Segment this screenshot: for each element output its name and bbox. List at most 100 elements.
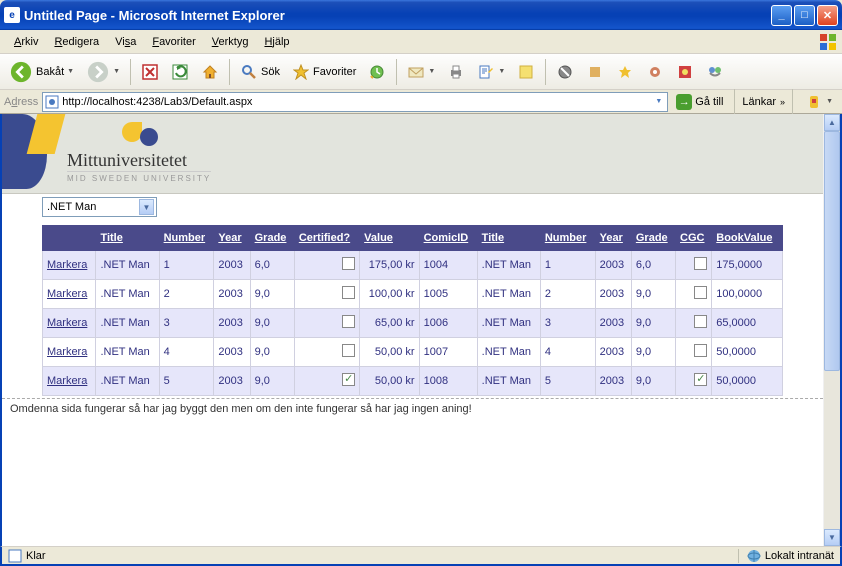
column-header[interactable]: Title bbox=[477, 226, 540, 251]
search-button[interactable]: Sök bbox=[235, 59, 285, 85]
select-link[interactable]: Markera bbox=[47, 288, 87, 300]
column-header[interactable]: ComicID bbox=[419, 226, 477, 251]
cell: 3 bbox=[540, 309, 595, 338]
title-dropdown[interactable]: .NET Man ▼ bbox=[42, 197, 157, 217]
cell bbox=[294, 367, 359, 396]
cell: 9,0 bbox=[631, 338, 675, 367]
edit-button[interactable]: ▼ bbox=[472, 59, 510, 85]
intranet-icon bbox=[747, 549, 761, 563]
address-input[interactable] bbox=[62, 96, 652, 108]
cell: 2003 bbox=[214, 367, 250, 396]
mail-button[interactable]: ▼ bbox=[402, 59, 440, 85]
norton-button[interactable]: ▼ bbox=[800, 89, 838, 115]
column-header[interactable] bbox=[43, 226, 96, 251]
vertical-scrollbar[interactable]: ▲ ▼ bbox=[823, 114, 840, 546]
data-grid: TitleNumberYearGradeCertified?ValueComic… bbox=[42, 225, 783, 396]
red-square-icon bbox=[676, 63, 694, 81]
column-header[interactable]: Year bbox=[595, 226, 631, 251]
menu-visa[interactable]: Visa bbox=[107, 33, 144, 51]
messenger-button[interactable] bbox=[701, 59, 729, 85]
certified-checkbox[interactable] bbox=[342, 373, 355, 386]
column-header[interactable]: CGC bbox=[676, 226, 712, 251]
cell: 9,0 bbox=[250, 338, 294, 367]
column-header[interactable]: Certified? bbox=[294, 226, 359, 251]
cell: 5 bbox=[540, 367, 595, 396]
refresh-button[interactable] bbox=[166, 59, 194, 85]
certified-checkbox[interactable] bbox=[342, 286, 355, 299]
cgc-checkbox[interactable] bbox=[694, 373, 707, 386]
tool-btn-3[interactable] bbox=[611, 59, 639, 85]
print-icon bbox=[447, 63, 465, 81]
column-header[interactable]: Grade bbox=[250, 226, 294, 251]
logo-title: Mittuniversitetet bbox=[67, 150, 211, 171]
cell bbox=[294, 309, 359, 338]
go-button[interactable]: → Gå till bbox=[672, 92, 727, 112]
page-icon bbox=[45, 95, 59, 109]
certified-checkbox[interactable] bbox=[342, 257, 355, 270]
column-header[interactable]: Number bbox=[159, 226, 214, 251]
back-button[interactable]: Bakåt ▼ bbox=[4, 56, 79, 88]
history-button[interactable] bbox=[363, 59, 391, 85]
cell: 2003 bbox=[595, 309, 631, 338]
stop-button[interactable] bbox=[136, 59, 164, 85]
cell: .NET Man bbox=[477, 338, 540, 367]
tool-btn-5[interactable] bbox=[671, 59, 699, 85]
certified-checkbox[interactable] bbox=[342, 315, 355, 328]
column-header[interactable]: Title bbox=[96, 226, 159, 251]
menu-redigera[interactable]: Redigera bbox=[46, 33, 107, 51]
cell: 1 bbox=[159, 251, 214, 280]
cell: 4 bbox=[159, 338, 214, 367]
dropdown-arrow-icon[interactable]: ▼ bbox=[652, 98, 665, 105]
menu-favoriter[interactable]: Favoriter bbox=[144, 33, 203, 51]
column-header[interactable]: Year bbox=[214, 226, 250, 251]
column-header[interactable]: BookValue bbox=[712, 226, 783, 251]
column-header[interactable]: Value bbox=[360, 226, 419, 251]
discuss-button[interactable] bbox=[512, 59, 540, 85]
tool-btn-4[interactable] bbox=[641, 59, 669, 85]
column-header[interactable]: Grade bbox=[631, 226, 675, 251]
forward-button[interactable]: ▼ bbox=[81, 56, 125, 88]
maximize-button[interactable]: □ bbox=[794, 5, 815, 26]
minimize-button[interactable]: _ bbox=[771, 5, 792, 26]
menu-verktyg[interactable]: Verktyg bbox=[204, 33, 257, 51]
cell: 4 bbox=[540, 338, 595, 367]
cell: 9,0 bbox=[631, 280, 675, 309]
address-label: Adress bbox=[4, 96, 38, 108]
menu-arkiv[interactable]: Arkiv bbox=[6, 33, 46, 51]
close-button[interactable]: ✕ bbox=[817, 5, 838, 26]
cell: 1005 bbox=[419, 280, 477, 309]
cell: .NET Man bbox=[477, 280, 540, 309]
home-button[interactable] bbox=[196, 59, 224, 85]
cell: Markera bbox=[43, 338, 96, 367]
cell: Markera bbox=[43, 367, 96, 396]
column-header[interactable]: Number bbox=[540, 226, 595, 251]
go-icon: → bbox=[676, 94, 692, 110]
scroll-thumb[interactable] bbox=[824, 131, 840, 371]
cell: 2003 bbox=[595, 251, 631, 280]
cgc-checkbox[interactable] bbox=[694, 315, 707, 328]
favorites-button[interactable]: Favoriter bbox=[287, 59, 361, 85]
cell: .NET Man bbox=[96, 338, 159, 367]
table-row: Markera.NET Man120036,0175,00 kr1004.NET… bbox=[43, 251, 783, 280]
tool-btn-1[interactable] bbox=[551, 59, 579, 85]
cgc-checkbox[interactable] bbox=[694, 344, 707, 357]
select-link[interactable]: Markera bbox=[47, 346, 87, 358]
gear-icon bbox=[646, 63, 664, 81]
cell: 1008 bbox=[419, 367, 477, 396]
page-icon bbox=[8, 549, 22, 563]
table-row: Markera.NET Man420039,050,00 kr1007.NET … bbox=[43, 338, 783, 367]
select-link[interactable]: Markera bbox=[47, 259, 87, 271]
scroll-down-button[interactable]: ▼ bbox=[824, 529, 840, 546]
select-link[interactable]: Markera bbox=[47, 375, 87, 387]
cgc-checkbox[interactable] bbox=[694, 286, 707, 299]
address-input-wrap[interactable]: ▼ bbox=[42, 92, 668, 112]
print-button[interactable] bbox=[442, 59, 470, 85]
cell: 50,0000 bbox=[712, 338, 783, 367]
select-link[interactable]: Markera bbox=[47, 317, 87, 329]
certified-checkbox[interactable] bbox=[342, 344, 355, 357]
links-label[interactable]: Länkar bbox=[742, 96, 776, 108]
scroll-up-button[interactable]: ▲ bbox=[824, 114, 840, 131]
tool-btn-2[interactable] bbox=[581, 59, 609, 85]
menu-hjalp[interactable]: Hjälp bbox=[256, 33, 297, 51]
cgc-checkbox[interactable] bbox=[694, 257, 707, 270]
